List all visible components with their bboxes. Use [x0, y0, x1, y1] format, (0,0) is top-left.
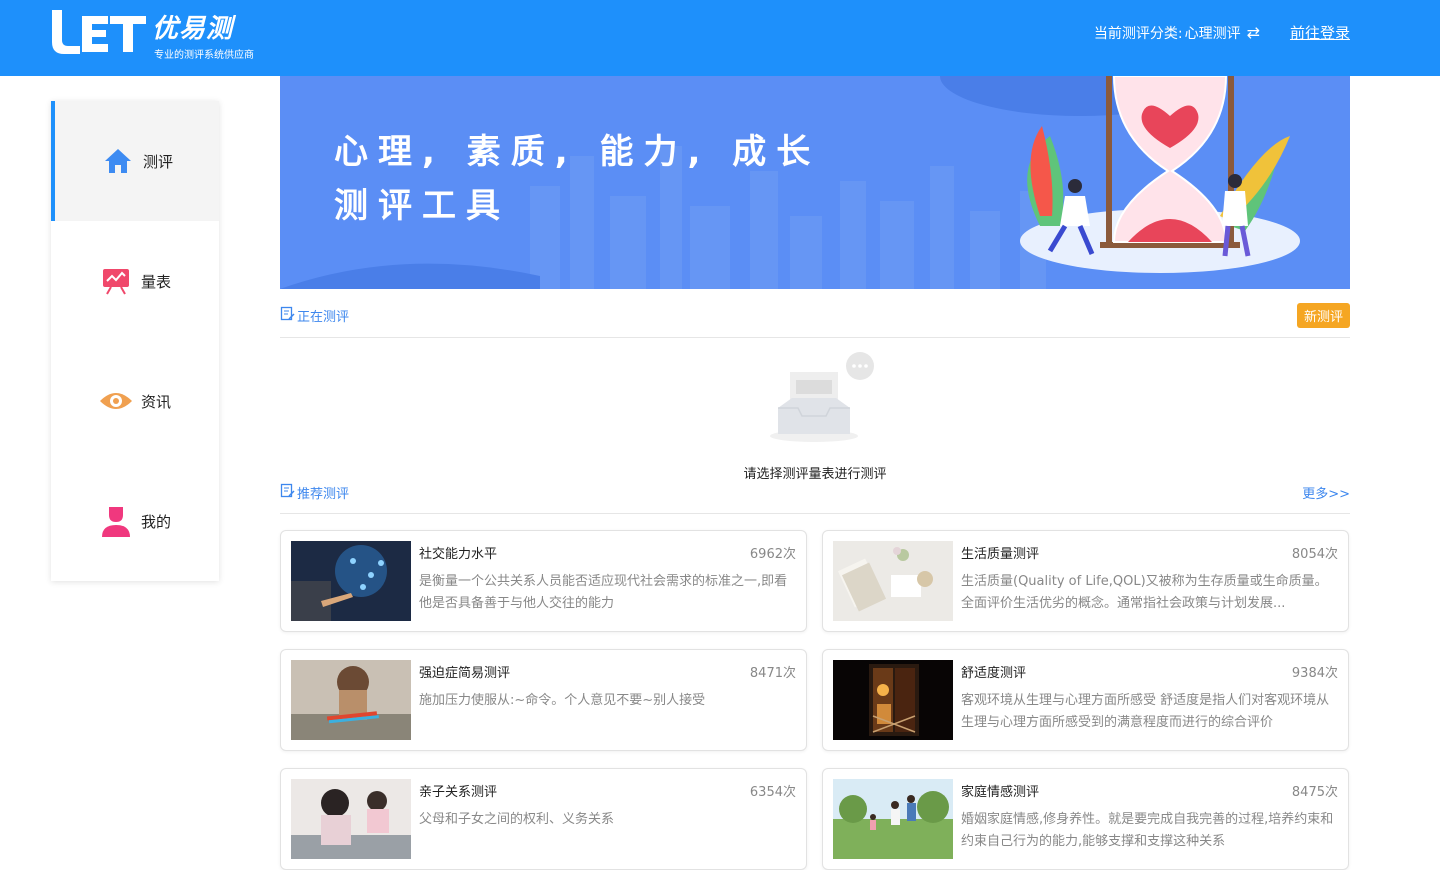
card-title: 生活质量测评 [961, 547, 1040, 562]
user-icon [99, 504, 133, 538]
sidebar-item-scales[interactable]: 量表 [51, 221, 219, 341]
banner-headline: 心理, 素质, 能力, 成长 [334, 132, 821, 172]
sidebar-nav: 测评 量表 资讯 我的 [51, 101, 219, 581]
assessment-card[interactable]: 生活质量测评 8054次 生活质量(Quality of Life,QOL)又被… [822, 530, 1349, 632]
assessment-card[interactable]: 社交能力水平 6962次 是衡量一个公共关系人员能否适应现代社会需求的标准之一,… [280, 530, 807, 632]
edit-doc-icon [280, 306, 297, 325]
empty-inbox-icon [768, 350, 878, 454]
card-title: 家庭情感测评 [961, 785, 1040, 800]
card-thumbnail [833, 541, 953, 621]
card-title: 舒适度测评 [961, 666, 1027, 681]
brand-logo[interactable]: 优易测 专业的测评系统供应商 [48, 6, 258, 61]
recommend-section-title: 推荐测评 [280, 483, 349, 502]
hero-banner: 心理, 素质, 能力, 成长 测评工具 [280, 76, 1350, 289]
empty-state: 请选择测评量表进行测评 [280, 338, 1350, 484]
login-link[interactable]: 前往登录 [1290, 22, 1350, 43]
sidebar-item-label: 我的 [140, 512, 171, 531]
sidebar-item-mine[interactable]: 我的 [51, 461, 219, 581]
card-count: 8471次 [749, 666, 796, 681]
card-title: 亲子关系测评 [419, 785, 498, 800]
card-thumbnail [291, 541, 411, 621]
card-title: 强迫症简易测评 [419, 666, 511, 681]
card-count: 8475次 [1291, 785, 1338, 800]
assessment-card[interactable]: 家庭情感测评 8475次 婚姻家庭情感,修身养性。就是要完成自我完善的过程,培养… [822, 768, 1349, 870]
sidebar-item-label: 量表 [140, 272, 171, 291]
sidebar-item-label: 资讯 [140, 392, 171, 411]
more-link[interactable]: 更多>> [1302, 483, 1350, 502]
recommend-section-header: 推荐测评 更多>> [280, 483, 1350, 514]
card-count: 6962次 [749, 547, 796, 562]
card-thumbnail [833, 779, 953, 859]
banner-subheadline: 测评工具 [334, 186, 510, 226]
brand-name: 优易测 [152, 14, 234, 44]
card-description: 婚姻家庭情感,修身养性。就是要完成自我完善的过程,培养约束和约束自己行为的能力,… [961, 812, 1334, 849]
category-value: 心理测评 [1184, 25, 1241, 42]
chart-board-icon [99, 264, 133, 298]
current-section-label: 正在测评 [297, 310, 350, 325]
eye-icon [99, 384, 133, 418]
card-description: 是衡量一个公共关系人员能否适应现代社会需求的标准之一,即看他是否具备善于与他人交… [419, 574, 788, 611]
card-description: 客观环境从生理与心理方面所感受 舒适度是指人们对客观环境从生理与心理方面所感受到… [961, 693, 1330, 730]
empty-state-text: 请选择测评量表进行测评 [743, 467, 887, 482]
card-count: 9384次 [1291, 666, 1338, 681]
assessment-card[interactable]: 舒适度测评 9384次 客观环境从生理与心理方面所感受 舒适度是指人们对客观环境… [822, 649, 1349, 751]
sidebar-item-assessment[interactable]: 测评 [51, 101, 219, 221]
card-count: 6354次 [749, 785, 796, 800]
logo-mark-icon [48, 6, 148, 54]
new-assessment-button[interactable]: 新测评 [1296, 303, 1350, 328]
current-section-header: 正在测评 新测评 [280, 289, 1350, 338]
card-count: 8054次 [1291, 547, 1338, 562]
card-description: 父母和子女之间的权利、义务关系 [419, 812, 615, 827]
card-thumbnail [291, 660, 411, 740]
home-icon [101, 144, 135, 178]
sidebar-item-label: 测评 [142, 152, 173, 171]
card-description: 施加压力使服从:~命令。个人意见不要~别人接受 [419, 693, 706, 708]
card-thumbnail [291, 779, 411, 859]
assessment-card[interactable]: 强迫症简易测评 8471次 施加压力使服从:~命令。个人意见不要~别人接受 [280, 649, 807, 751]
card-title: 社交能力水平 [419, 547, 498, 562]
sidebar-item-news[interactable]: 资讯 [51, 341, 219, 461]
brand-slogan: 专业的测评系统供应商 [154, 50, 254, 61]
header-actions: 当前测评分类: 心理测评 ⇄ 前往登录 [1094, 22, 1350, 43]
recommend-section-label: 推荐测评 [297, 487, 350, 502]
main-content: 心理, 素质, 能力, 成长 测评工具 正在测评 新测评 请选择测评量表进行测评… [280, 76, 1350, 870]
card-thumbnail [833, 660, 953, 740]
category-label: 当前测评分类: [1093, 25, 1183, 42]
switch-category-icon[interactable]: ⇄ [1247, 23, 1260, 42]
edit-doc-icon [280, 483, 297, 502]
assessment-card[interactable]: 亲子关系测评 6354次 父母和子女之间的权利、义务关系 [280, 768, 807, 870]
card-description: 生活质量(Quality of Life,QOL)又被称为生存质量或生命质量。全… [961, 574, 1328, 611]
top-header: 优易测 专业的测评系统供应商 当前测评分类: 心理测评 ⇄ 前往登录 [0, 0, 1440, 76]
current-section-title: 正在测评 [280, 306, 349, 325]
